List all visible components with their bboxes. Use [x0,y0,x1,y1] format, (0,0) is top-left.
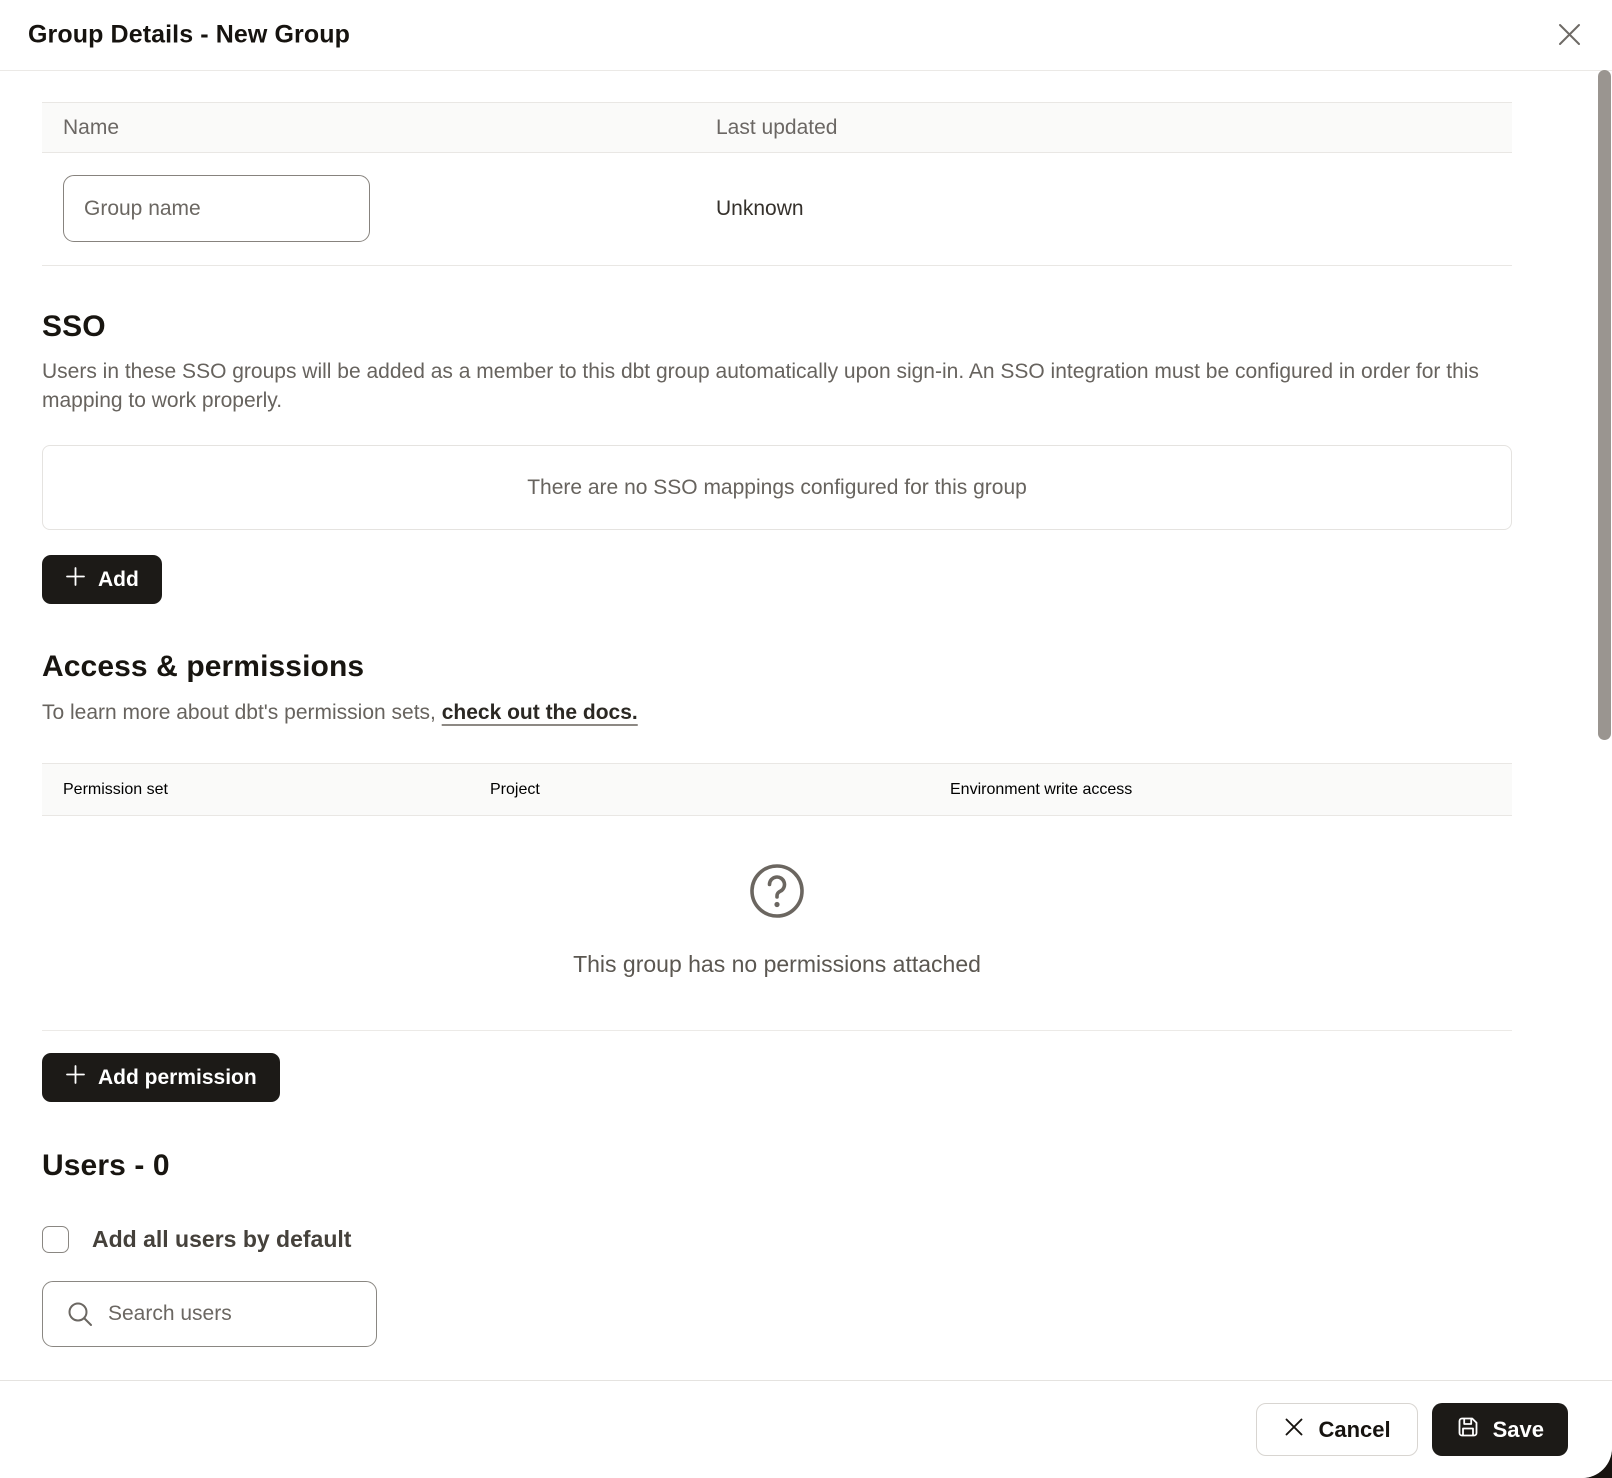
add-all-users-row: Add all users by default [42,1226,1512,1253]
permissions-description-text: To learn more about dbt's permission set… [42,701,442,724]
modal-footer: Cancel Save [0,1380,1612,1478]
modal-header: Group Details - New Group [0,0,1612,71]
add-all-users-label: Add all users by default [92,1226,351,1253]
permissions-table-header-row: Permission set Project Environment write… [42,763,1512,816]
modal-body: Name Last updated Unknown SSO Users in t… [0,71,1612,1380]
name-table-header-row: Name Last updated [42,102,1512,153]
search-users-field [42,1281,377,1347]
vertical-scrollbar-thumb[interactable] [1598,70,1611,740]
close-button[interactable] [1552,19,1586,53]
sso-empty-state: There are no SSO mappings configured for… [42,445,1512,530]
users-section-heading: Users - 0 [42,1149,1512,1183]
add-permission-button-label: Add permission [98,1066,257,1090]
group-name-input[interactable] [63,175,370,242]
project-column-header: Project [490,781,540,799]
sso-section-description: Users in these SSO groups will be added … [42,357,1512,415]
name-table-row: Unknown [42,153,1512,266]
permission-set-column-header: Permission set [63,781,168,799]
last-updated-value: Unknown [716,197,804,221]
permissions-section-heading: Access & permissions [42,650,1512,684]
save-button[interactable]: Save [1432,1403,1568,1456]
cancel-button-label: Cancel [1318,1417,1390,1443]
last-updated-column-header: Last updated [716,116,837,140]
save-button-label: Save [1493,1417,1544,1443]
permissions-empty-state: This group has no permissions attached [42,816,1512,1031]
environment-write-access-column-header: Environment write access [950,781,1132,799]
permissions-empty-message: This group has no permissions attached [42,951,1512,978]
search-users-input[interactable] [42,1281,377,1347]
group-details-modal: Group Details - New Group Name Last upda… [0,0,1612,1478]
question-circle-icon [748,907,806,924]
modal-title: Group Details - New Group [28,21,350,50]
permissions-section-description: To learn more about dbt's permission set… [42,698,1512,727]
add-permission-button[interactable]: Add permission [42,1053,280,1102]
plus-icon [65,566,86,593]
name-column-header: Name [63,116,119,140]
save-disk-icon [1456,1415,1480,1445]
cancel-button[interactable]: Cancel [1256,1403,1417,1456]
add-sso-button-label: Add [98,568,139,592]
add-sso-mapping-button[interactable]: Add [42,555,162,604]
sso-empty-message: There are no SSO mappings configured for… [527,476,1027,500]
sso-section-heading: SSO [42,310,1512,344]
docs-link[interactable]: check out the docs. [442,701,638,724]
add-all-users-checkbox[interactable] [42,1226,69,1253]
cancel-x-icon [1283,1416,1305,1444]
close-icon [1556,21,1583,51]
plus-icon [65,1064,86,1091]
